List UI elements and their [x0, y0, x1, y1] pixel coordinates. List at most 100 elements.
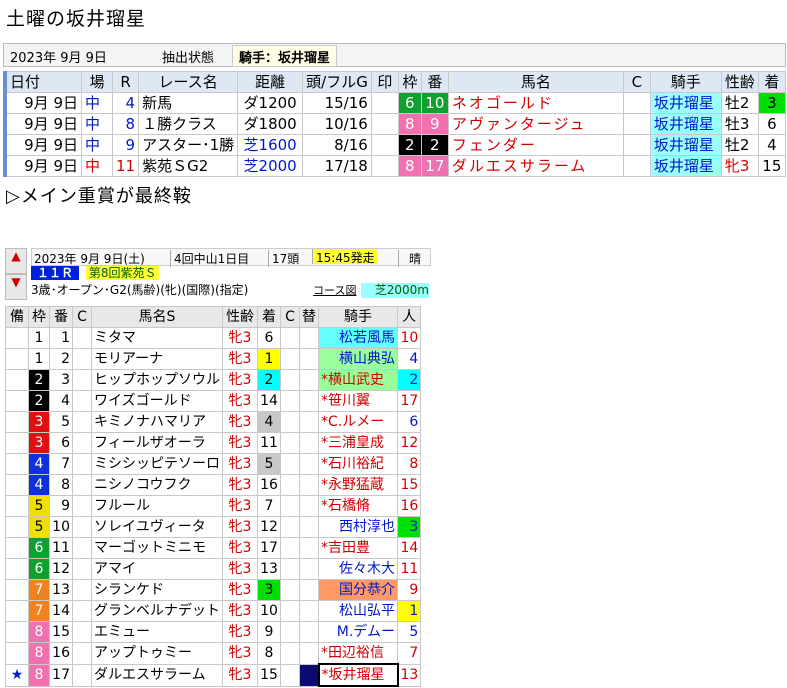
- summary-race-name[interactable]: 紫苑ＳG2: [138, 155, 239, 177]
- entry-c2: [280, 579, 300, 601]
- summary-row[interactable]: 9月 9日中 4 新馬 ダ1200 15/16 6 10 ネオゴールド 坂井瑠星 牡2 3: [3, 92, 786, 114]
- entry-horse[interactable]: シランケド: [91, 579, 223, 601]
- entry-mark: [5, 348, 29, 370]
- entry-waku: 6: [28, 537, 50, 559]
- entry-finish: 12: [257, 516, 281, 538]
- entry-finish: 10: [257, 600, 281, 622]
- summary-col-header: 馬名: [447, 71, 624, 93]
- entry-jockey[interactable]: M.デムー: [318, 621, 398, 643]
- prev-race-button[interactable]: ▲: [5, 248, 27, 274]
- entry-waku: 1: [28, 327, 50, 349]
- entry-sex: 牝3: [222, 516, 258, 538]
- entry-row[interactable]: 7 14 グランベルナデット 牝3 10 松山弘平 1: [5, 600, 422, 622]
- entry-row[interactable]: 8 15 エミュー 牝3 9 M.デムー 5: [5, 621, 422, 643]
- entry-jockey[interactable]: 松山弘平: [318, 600, 398, 622]
- entry-jockey[interactable]: 国分恭介: [318, 579, 398, 601]
- entry-horse[interactable]: ミタマ: [91, 327, 223, 349]
- entry-mark: [5, 453, 29, 475]
- entry-jockey[interactable]: *永野猛蔵: [318, 474, 398, 496]
- entry-horse[interactable]: マーゴットミニモ: [91, 537, 223, 559]
- course-map-link[interactable]: コース図: [313, 283, 356, 298]
- entry-horse[interactable]: エミュー: [91, 621, 223, 643]
- entry-horse[interactable]: グランベルナデット: [91, 600, 223, 622]
- summary-race-name[interactable]: １勝クラス: [138, 113, 239, 135]
- entry-row[interactable]: 4 8 ニシノコウフク 牝3 16 *永野猛蔵 15: [5, 474, 422, 496]
- next-race-button[interactable]: ▼: [5, 274, 27, 300]
- entry-row[interactable]: 5 9 フルール 牝3 7 *石橋脩 16: [5, 495, 422, 517]
- summary-table: 日付場 R レース名 距離 頭/フルG 印枠番馬名 C 騎手 性齢着 9月 9日中 4 新馬 ダ120…: [3, 71, 786, 177]
- summary-race-no: 11: [111, 155, 140, 177]
- entry-row[interactable]: 6 12 アマイ 牝3 13 佐々木大 11: [5, 558, 422, 580]
- entry-row[interactable]: 2 4 ワイズゴールド 牝3 14 *笹川翼 17: [5, 390, 422, 412]
- entry-horse[interactable]: キミノナハマリア: [91, 411, 223, 433]
- summary-row[interactable]: 9月 9日中 11 紫苑ＳG2 芝2000 17/18 8 17 ダルエスサラーム 坂井瑠星 牝3…: [3, 155, 786, 177]
- entry-jockey[interactable]: *吉田豊: [318, 537, 398, 559]
- summary-jockey[interactable]: 坂井瑠星: [649, 113, 722, 135]
- entry-row[interactable]: 2 3 ヒップホップソウル 牝3 2 *横山武史 2: [5, 369, 422, 391]
- summary-race-name[interactable]: 新馬: [138, 92, 239, 114]
- entry-jockey[interactable]: *石橋脩: [318, 495, 398, 517]
- entry-row[interactable]: 3 6 フィールザオーラ 牝3 11 *三浦皇成 12: [5, 432, 422, 454]
- entry-jockey[interactable]: 西村淳也: [318, 516, 398, 538]
- summary-col-header: 頭/フルG: [302, 71, 372, 93]
- entry-row[interactable]: 1 2 モリアーナ 牝3 1 横山典弘 4: [5, 348, 422, 370]
- entry-ban: 4: [49, 390, 73, 412]
- entry-row[interactable]: 6 11 マーゴットミニモ 牝3 17 *吉田豊 14: [5, 537, 422, 559]
- summary-horse[interactable]: ダルエスサラーム: [447, 155, 624, 177]
- entry-horse[interactable]: ダルエスサラーム: [91, 663, 223, 687]
- entry-jockey[interactable]: *横山武史: [318, 369, 398, 391]
- entry-row[interactable]: 7 13 シランケド 牝3 3 国分恭介 9: [5, 579, 422, 601]
- summary-horse[interactable]: アヴァンタージュ: [447, 113, 624, 135]
- entry-horse[interactable]: ワイズゴールド: [91, 390, 223, 412]
- entry-jockey[interactable]: *田辺裕信: [318, 642, 398, 665]
- summary-jockey[interactable]: 坂井瑠星: [649, 155, 722, 177]
- entry-jockey[interactable]: *C.ルメー: [318, 411, 398, 433]
- entry-row[interactable]: 5 10 ソレイユヴィータ 牝3 12 西村淳也 3: [5, 516, 422, 538]
- entry-horse[interactable]: アップトゥミー: [91, 642, 223, 665]
- entry-horse[interactable]: フルール: [91, 495, 223, 517]
- entry-row[interactable]: 4 7 ミシシッピテソーロ 牝3 5 *石川裕紀 8: [5, 453, 422, 475]
- entry-horse[interactable]: ヒップホップソウル: [91, 369, 223, 391]
- entry-row[interactable]: 1 1 ミタマ 牝3 6 松若風馬 10: [5, 327, 422, 349]
- entry-jockey[interactable]: 佐々木大: [318, 558, 398, 580]
- summary-race-name[interactable]: アスター･1勝: [138, 134, 239, 156]
- entry-col-header: 馬名S: [91, 306, 223, 328]
- entry-horse[interactable]: フィールザオーラ: [91, 432, 223, 454]
- entry-sex: 牝3: [222, 642, 258, 665]
- entry-waku: 4: [28, 453, 50, 475]
- entry-horse[interactable]: ソレイユヴィータ: [91, 516, 223, 538]
- entry-horse[interactable]: アマイ: [91, 558, 223, 580]
- summary-horse[interactable]: ネオゴールド: [447, 92, 624, 114]
- entry-jockey[interactable]: *笹川翼: [318, 390, 398, 412]
- summary-header: 日付場 R レース名 距離 頭/フルG 印枠番馬名 C 騎手 性齢着: [3, 71, 786, 93]
- entry-ban: 8: [49, 474, 73, 496]
- entry-ban: 17: [49, 663, 73, 687]
- entry-sex: 牝3: [222, 432, 258, 454]
- summary-col-header: 距離: [237, 71, 304, 93]
- entry-header: 備枠番 C 馬名S 性齢着 C 替騎手人: [5, 306, 422, 328]
- entry-c: [72, 369, 92, 391]
- summary-row[interactable]: 9月 9日中 8 １勝クラス ダ1800 10/16 8 9 アヴァンタージュ 坂井瑠星 牡3 6: [3, 113, 786, 135]
- summary-jockey[interactable]: 坂井瑠星: [649, 92, 722, 114]
- entry-jockey[interactable]: *石川裕紀: [318, 453, 398, 475]
- entry-horse[interactable]: ニシノコウフク: [91, 474, 223, 496]
- entry-change: [299, 558, 319, 580]
- entry-row[interactable]: 3 5 キミノナハマリア 牝3 4 *C.ルメー 6: [5, 411, 422, 433]
- entry-row[interactable]: 8 16 アップトゥミー 牝3 8 *田辺裕信 7: [5, 642, 422, 665]
- entry-mark: [5, 474, 29, 496]
- entry-horse[interactable]: モリアーナ: [91, 348, 223, 370]
- summary-horse[interactable]: フェンダー: [447, 134, 624, 156]
- entry-sex: 牝3: [222, 621, 258, 643]
- entry-jockey[interactable]: 横山典弘: [318, 348, 398, 370]
- entry-popularity: 12: [396, 432, 422, 454]
- entry-finish: 9: [257, 621, 281, 643]
- entry-row[interactable]: ★ 8 17 ダルエスサラーム 牝3 15 *坂井瑠星 13: [5, 663, 422, 687]
- entry-jockey[interactable]: 松若風馬: [318, 327, 398, 349]
- entry-jockey[interactable]: *三浦皇成: [318, 432, 398, 454]
- summary-jockey[interactable]: 坂井瑠星: [649, 134, 722, 156]
- summary-finish: 15: [757, 155, 786, 177]
- entry-horse[interactable]: ミシシッピテソーロ: [91, 453, 223, 475]
- entry-jockey[interactable]: *坂井瑠星: [317, 663, 399, 687]
- entry-sex: 牝3: [222, 411, 258, 433]
- summary-row[interactable]: 9月 9日中 9 アスター･1勝 芝1600 8/16 2 2 フェンダー 坂井瑠星 牡2 4: [3, 134, 786, 156]
